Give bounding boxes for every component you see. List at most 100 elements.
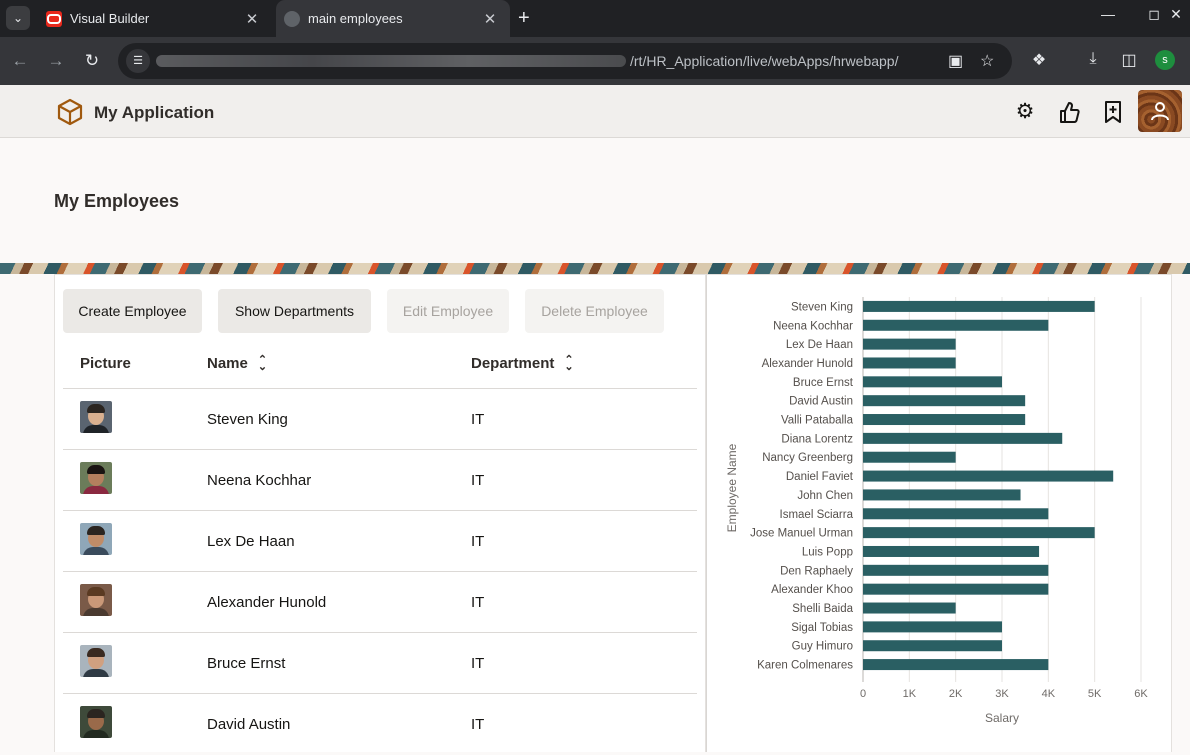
settings-gear-icon[interactable]: ⚙ xyxy=(1012,99,1038,125)
forward-icon[interactable]: → xyxy=(44,49,68,73)
bar[interactable] xyxy=(863,640,1002,652)
column-header-name[interactable]: Name ⌃ ⌄ xyxy=(207,354,267,372)
y-category-label: Alexander Hunold xyxy=(762,358,853,370)
edit-employee-button[interactable]: Edit Employee xyxy=(387,289,509,333)
employee-department: IT xyxy=(471,472,485,489)
x-tick-label: 6K xyxy=(1134,688,1148,700)
bar[interactable] xyxy=(863,564,1049,576)
table-row[interactable]: David Austin IT xyxy=(63,694,697,755)
column-label: Department xyxy=(471,355,555,372)
bar[interactable] xyxy=(863,414,1026,426)
sort-icon[interactable]: ⌃ ⌄ xyxy=(258,354,267,372)
bar[interactable] xyxy=(863,489,1021,501)
y-category-label: Guy Himuro xyxy=(792,641,853,653)
back-icon[interactable]: ← xyxy=(8,49,32,73)
user-avatar[interactable] xyxy=(1138,90,1182,132)
bar[interactable] xyxy=(863,470,1114,482)
table-row[interactable]: Lex De Haan IT xyxy=(63,511,697,572)
address-bar[interactable]: ☰ /rt/HR_Application/live/webApps/hrweba… xyxy=(118,43,1012,79)
employee-department: IT xyxy=(471,411,485,428)
bar[interactable] xyxy=(863,338,956,350)
y-category-label: Diana Lorentz xyxy=(781,433,853,445)
extensions-icon[interactable]: ❖ xyxy=(1028,50,1050,70)
delete-employee-button[interactable]: Delete Employee xyxy=(525,289,664,333)
window-close-icon[interactable]: ✕ xyxy=(1166,6,1186,23)
employee-picture xyxy=(80,462,112,494)
y-category-label: Karen Colmenares xyxy=(757,660,853,672)
url-host-blurred xyxy=(156,55,626,67)
employee-picture xyxy=(80,645,112,677)
bar[interactable] xyxy=(863,583,1049,595)
employee-department: IT xyxy=(471,655,485,672)
employee-department: IT xyxy=(471,594,485,611)
bar[interactable] xyxy=(863,545,1040,557)
x-tick-label: 5K xyxy=(1088,688,1102,700)
table-row[interactable]: Alexander Hunold IT xyxy=(63,572,697,633)
employee-picture xyxy=(80,401,112,433)
y-category-label: Valli Pataballa xyxy=(781,415,854,427)
table-row[interactable]: Steven King IT xyxy=(63,389,697,450)
column-header-department[interactable]: Department ⌃ ⌄ xyxy=(471,354,574,372)
bar[interactable] xyxy=(863,376,1002,388)
salary-bar-chart[interactable]: Steven King Neena Kochhar Lex De Haan Alexa… xyxy=(707,275,1173,753)
y-category-label: David Austin xyxy=(789,396,853,408)
employee-department: IT xyxy=(471,716,485,733)
bar[interactable] xyxy=(863,357,956,369)
salary-chart-panel: Steven King Neena Kochhar Lex De Haan Alexa… xyxy=(706,274,1172,752)
column-label: Picture xyxy=(80,355,131,372)
download-icon[interactable]: ⤓ xyxy=(1082,50,1104,68)
table-row[interactable]: Neena Kochhar IT xyxy=(63,450,697,511)
minimize-icon[interactable]: — xyxy=(1096,6,1120,22)
bar[interactable] xyxy=(863,621,1002,633)
user-icon xyxy=(1151,102,1169,121)
browser-tab-visual-builder[interactable]: Visual Builder ✕ xyxy=(38,0,272,37)
show-departments-button[interactable]: Show Departments xyxy=(218,289,371,333)
y-category-label: Shelli Baida xyxy=(792,603,853,615)
y-category-label: John Chen xyxy=(797,490,853,502)
bar[interactable] xyxy=(863,319,1049,331)
site-info-icon[interactable]: ☰ xyxy=(126,49,150,73)
x-tick-label: 0 xyxy=(860,688,866,700)
url-path: /rt/HR_Application/live/webApps/hrwebapp… xyxy=(630,53,899,69)
employee-name: Lex De Haan xyxy=(207,533,295,550)
close-icon[interactable]: ✕ xyxy=(480,10,500,28)
y-category-label: Neena Kochhar xyxy=(773,320,853,332)
y-category-label: Steven King xyxy=(791,301,853,313)
y-category-label: Jose Manuel Urman xyxy=(750,528,853,540)
browser-tab-bar: ⌄ Visual Builder ✕ main employees ✕ + — … xyxy=(0,0,1190,37)
browser-tab-main-employees[interactable]: main employees ✕ xyxy=(276,0,510,37)
bookmark-add-icon[interactable] xyxy=(1100,99,1126,125)
employee-department: IT xyxy=(471,533,485,550)
tab-title: main employees xyxy=(308,11,403,26)
bookmark-star-icon[interactable]: ☆ xyxy=(980,51,994,71)
decorative-banner xyxy=(0,263,1190,274)
new-tab-button[interactable]: + xyxy=(518,8,530,28)
bar[interactable] xyxy=(863,659,1049,671)
bar[interactable] xyxy=(863,300,1095,312)
reload-icon[interactable]: ↻ xyxy=(80,49,104,73)
y-category-label: Den Raphaely xyxy=(780,565,853,577)
bar[interactable] xyxy=(863,451,956,463)
close-icon[interactable]: ✕ xyxy=(242,10,262,28)
bar[interactable] xyxy=(863,527,1095,539)
employee-picture xyxy=(80,584,112,616)
app-header: My Application ⚙ xyxy=(0,85,1190,138)
bar[interactable] xyxy=(863,508,1049,520)
tab-search-button[interactable]: ⌄ xyxy=(6,6,30,30)
profile-avatar[interactable]: s xyxy=(1155,50,1175,70)
globe-icon xyxy=(284,10,300,27)
bar[interactable] xyxy=(863,432,1063,444)
install-app-icon[interactable]: ▣ xyxy=(948,51,963,71)
employee-picture xyxy=(80,523,112,555)
table-row[interactable]: Bruce Ernst IT xyxy=(63,633,697,694)
bar[interactable] xyxy=(863,395,1026,407)
create-employee-button[interactable]: Create Employee xyxy=(63,289,202,333)
page-title: My Employees xyxy=(54,191,180,211)
sort-icon[interactable]: ⌃ ⌄ xyxy=(564,354,573,372)
bar[interactable] xyxy=(863,602,956,614)
employee-picture xyxy=(80,706,112,738)
maximize-icon[interactable]: ◻ xyxy=(1142,6,1166,23)
thumbs-up-icon[interactable] xyxy=(1056,99,1082,125)
side-panel-icon[interactable]: ◫ xyxy=(1118,50,1140,70)
x-tick-label: 1K xyxy=(903,688,917,700)
